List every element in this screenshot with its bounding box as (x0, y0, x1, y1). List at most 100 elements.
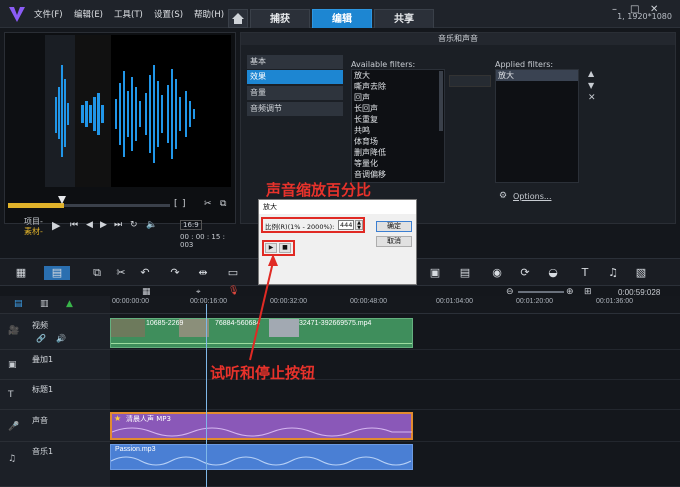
menu-settings[interactable]: 设置(S) (154, 8, 183, 20)
ruler-label: 00:00:48:00 (350, 298, 387, 305)
mark-out-icon[interactable]: ] (182, 199, 186, 209)
cancel-button[interactable]: 取消 (376, 236, 412, 247)
list-item[interactable]: 等量化 (352, 158, 444, 169)
ok-button[interactable]: 确定 (376, 221, 412, 232)
ruler-label: 00:01:36:00 (596, 298, 633, 305)
list-item[interactable]: 体育场 (352, 136, 444, 147)
volume-icon[interactable]: 🔈 (146, 220, 157, 230)
track-header-video[interactable]: 🎥 视频 🔗 🔊 (0, 314, 110, 350)
subtitle-icon[interactable]: ▤ (458, 266, 472, 280)
app-logo-icon (8, 5, 26, 23)
tab-share[interactable]: 共享 (374, 9, 434, 28)
applied-filters-list[interactable]: 放大 (495, 69, 579, 183)
screen-icon[interactable]: ▭ (226, 266, 240, 280)
list-item[interactable]: 放大 (352, 70, 444, 81)
track-header-overlay[interactable]: ▣ 叠加1 (0, 350, 110, 380)
music-clip[interactable]: Passion.mp3 (110, 444, 413, 470)
voice-clip[interactable]: ★ 清晨人声 MP3 (110, 412, 413, 440)
move-down-icon[interactable]: ▼ (588, 81, 594, 90)
options-link[interactable]: Options... (513, 192, 552, 201)
menu-help[interactable]: 帮助(H) (194, 8, 224, 20)
list-item[interactable]: 回声 (352, 92, 444, 103)
mark-in-icon[interactable]: [ (174, 199, 178, 209)
timeline-view-icon[interactable]: ▤ (44, 266, 70, 280)
add-filter-button[interactable] (449, 75, 491, 87)
timecode-display[interactable]: 00 : 00 : 15 : 003 (180, 233, 236, 249)
next-frame-icon[interactable]: ▶ (100, 220, 107, 230)
track-header-title[interactable]: T 标题1 (0, 380, 110, 410)
title-lane[interactable] (110, 380, 680, 410)
move-up-icon[interactable]: ▲ (588, 69, 594, 78)
track-header-voice[interactable]: 🎤 声音 (0, 410, 110, 442)
overlay-lane[interactable] (110, 350, 680, 380)
fit-icon[interactable]: ⇹ (196, 266, 210, 280)
list-item[interactable]: 长回声 (352, 103, 444, 114)
timeline-ruler[interactable]: 00:00:00:00 00:00:16:00 00:00:32:00 00:0… (110, 296, 680, 314)
timeline-playhead[interactable] (206, 304, 207, 487)
music-track-icon: ♫ (8, 454, 17, 464)
overlay-track-icon: ▣ (8, 360, 17, 370)
redo-icon[interactable]: ↷ (168, 266, 182, 280)
split-icon[interactable]: ✂ (204, 199, 212, 209)
track-lock-icon[interactable]: 🔗 (36, 334, 46, 343)
track-audio-icon[interactable]: 🔊 (56, 334, 66, 343)
copy-icon[interactable]: ⧉ (220, 199, 226, 209)
nav-basic[interactable]: 基本 (247, 55, 343, 69)
clip-title: 32471-392669575.mp4 (299, 320, 372, 327)
clip-mode-label[interactable]: 素材- (24, 226, 43, 237)
ripple-icon[interactable]: ▥ (40, 299, 49, 309)
favorite-icon: ★ (114, 414, 122, 423)
available-filters-list[interactable]: 放大 嘶声去除 回声 长回声 长重复 共鸣 体育场 删声降低 等量化 音调偏移 (351, 69, 445, 183)
tab-edit[interactable]: 编辑 (312, 9, 372, 28)
list-item[interactable]: 长重复 (352, 114, 444, 125)
prev-frame-icon[interactable]: ◀ (86, 220, 93, 230)
cut-icon[interactable]: ✂ (114, 266, 128, 280)
auto-music-icon[interactable]: ▧ (634, 266, 648, 280)
title-bar: 文件(F) 编辑(E) 工具(T) 设置(S) 帮助(H) 捕获 编辑 共享 –… (0, 0, 680, 28)
ruler-label: 00:00:16:00 (190, 298, 227, 305)
nav-volume[interactable]: 音量 (247, 86, 343, 100)
home-frame-icon[interactable]: ⏮ (70, 220, 78, 230)
zoom-slider[interactable] (518, 291, 564, 293)
storyboard-view-icon[interactable]: ▦ (14, 266, 28, 280)
aspect-ratio-button[interactable]: 16:9 (180, 220, 202, 230)
record-icon[interactable]: ◉ (490, 266, 504, 280)
repeat-icon[interactable]: ↻ (130, 220, 138, 230)
track-name: 音乐1 (32, 447, 54, 456)
ratio-input[interactable]: 444 (338, 220, 354, 230)
text-icon[interactable]: T (578, 266, 592, 280)
undo-library-icon[interactable]: ⧉ (90, 266, 104, 280)
available-filters-label: Available filters: (351, 60, 416, 69)
options-icon[interactable]: ⚙ (499, 191, 507, 201)
list-item[interactable]: 共鸣 (352, 125, 444, 136)
audio-waveform-preview (45, 35, 231, 187)
mic-icon[interactable]: 🎙 (228, 286, 239, 296)
video-track-icon: 🎥 (8, 326, 20, 336)
annotation-preview-buttons: 试听和停止按钮 (210, 364, 316, 382)
nav-effects[interactable]: 效果 (247, 70, 343, 84)
tab-capture[interactable]: 捕获 (250, 9, 310, 28)
home-button[interactable] (228, 9, 248, 28)
remove-filter-icon[interactable]: ✕ (588, 93, 596, 103)
motion-icon[interactable]: ⟳ (518, 266, 532, 280)
menu-tools[interactable]: 工具(T) (114, 8, 143, 20)
end-frame-icon[interactable]: ⏭ (114, 220, 122, 230)
preview-stop-button[interactable]: ■ (279, 243, 291, 253)
add-track-icon[interactable]: ▲ (66, 299, 73, 309)
list-item[interactable]: 嘶声去除 (352, 81, 444, 92)
title-icon[interactable]: ▣ (428, 266, 442, 280)
track-header-music[interactable]: ♫ 音乐1 (0, 442, 110, 487)
clip-title: 清晨人声 MP3 (126, 415, 171, 423)
nav-audio-adjust[interactable]: 音频调节 (247, 102, 343, 116)
list-scrollbar[interactable] (439, 71, 443, 131)
ratio-spinner[interactable]: ▲ ▼ (355, 220, 363, 231)
sound-mixer-icon[interactable]: ♫ (606, 266, 620, 280)
list-item[interactable]: 删声降低 (352, 147, 444, 158)
menu-file[interactable]: 文件(F) (34, 8, 63, 20)
mask-icon[interactable]: ◒ (546, 266, 560, 280)
all-tracks-icon[interactable]: ▤ (14, 299, 23, 309)
menu-edit[interactable]: 编辑(E) (74, 8, 103, 20)
list-item[interactable]: 放大 (496, 70, 578, 81)
play-icon[interactable]: ▶ (52, 219, 60, 232)
undo-icon[interactable]: ↶ (138, 266, 152, 280)
